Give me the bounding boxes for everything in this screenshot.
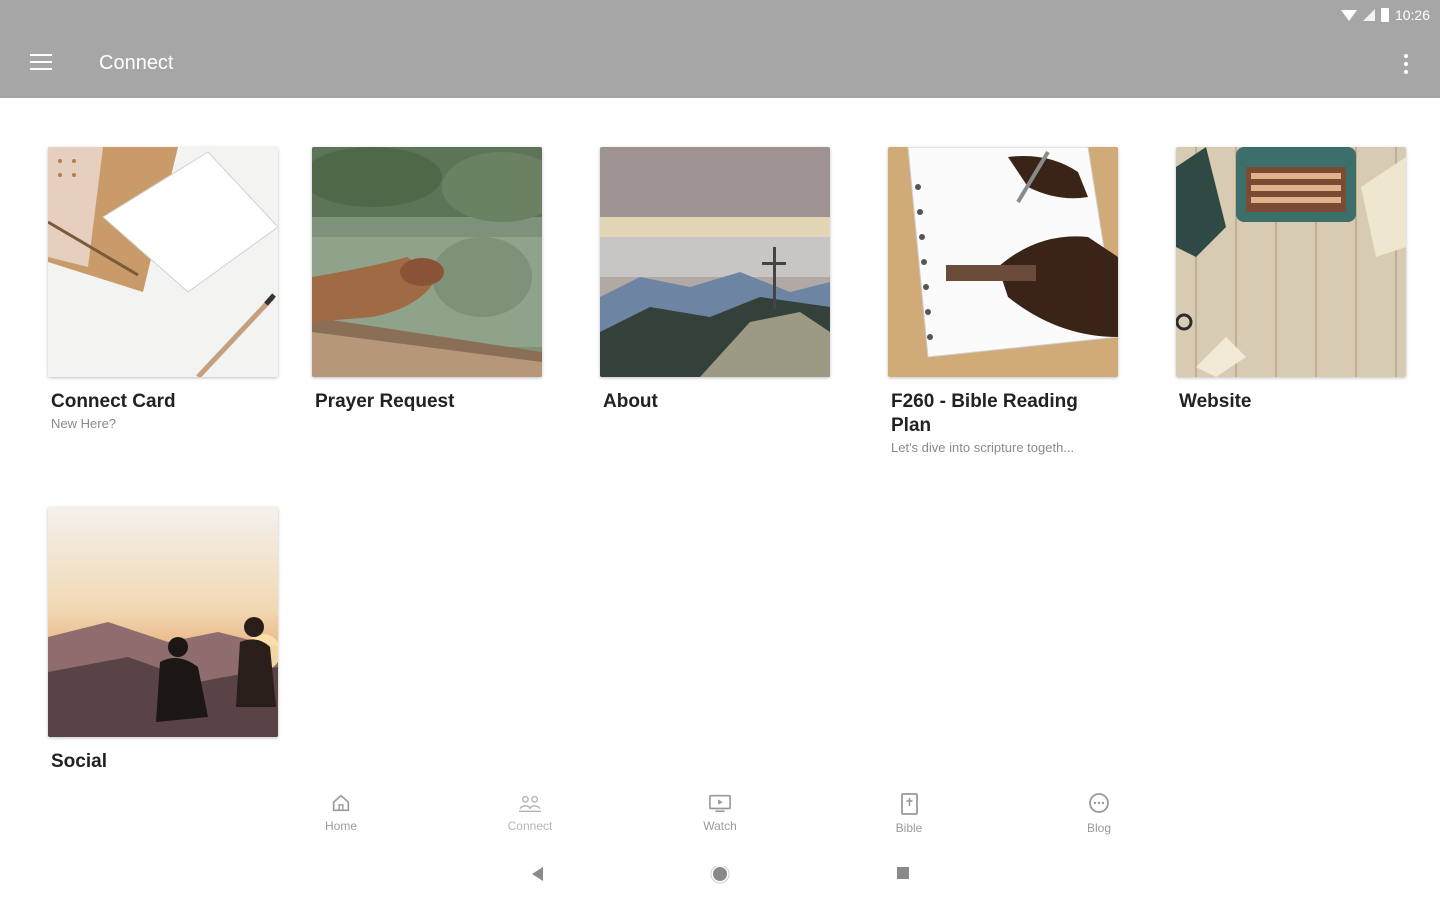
card-about[interactable]: About [600,147,832,414]
card-subtitle: New Here? [51,416,117,431]
card-title: About [603,391,658,412]
nav-item-home[interactable]: Home [301,792,381,833]
more-vert-icon[interactable] [1394,54,1418,76]
bible-icon [901,793,918,815]
app-root: 10:26 Connect Connect Card New Here? Pra… [0,0,1440,900]
typewriter-desk-photo [1176,147,1406,377]
bottom-nav: Home Connect Watch Bible Blog [0,780,1440,850]
system-nav-bar [0,850,1440,900]
people-icon [519,795,541,812]
nav-item-bible[interactable]: Bible [869,792,949,835]
nav-item-watch[interactable]: Watch [680,792,760,833]
nav-label: Blog [1086,821,1112,835]
status-bar: 10:26 [0,0,1440,30]
card-title: Connect Card [51,391,176,412]
hamburger-menu-icon[interactable] [30,54,52,74]
signal-icon [1362,9,1375,21]
card-bible-reading-plan[interactable]: F260 - Bible Reading Plan Let's dive int… [888,147,1120,455]
tv-icon [709,794,731,813]
writing-in-notebook-photo [888,147,1118,377]
card-connect-card[interactable]: Connect Card New Here? [48,147,280,431]
notecards-and-pencil-photo [48,147,278,377]
home-circle-icon[interactable] [710,866,730,886]
card-title: Social [51,751,107,772]
card-prayer-request[interactable]: Prayer Request [312,147,544,414]
praying-hands-photo [312,147,542,377]
card-social[interactable]: Social [48,507,280,774]
card-title: Prayer Request [315,391,455,412]
status-icons: 10:26 [1340,7,1430,23]
sunset-friends-photo [48,507,278,737]
nav-item-connect[interactable]: Connect [490,792,570,833]
battery-icon [1380,8,1389,22]
chat-bubble-icon [1089,793,1109,813]
wifi-icon [1340,9,1357,21]
nav-item-blog[interactable]: Blog [1059,792,1139,835]
nav-label: Home [324,819,357,833]
home-icon [332,794,350,812]
mountain-cross-photo [600,147,830,377]
nav-label: Connect [507,819,553,833]
status-time: 10:26 [1394,7,1430,23]
page-title: Connect [99,52,174,74]
card-website[interactable]: Website [1176,147,1408,414]
back-icon[interactable] [530,866,546,882]
card-title: Website [1179,391,1252,412]
app-bar: Connect [0,30,1440,98]
card-title: F260 - Bible Reading Plan [891,391,1078,436]
card-subtitle: Let's dive into scripture togeth... [891,440,1075,455]
nav-label: Bible [895,821,923,835]
recents-icon[interactable] [896,866,910,880]
nav-label: Watch [703,819,737,833]
